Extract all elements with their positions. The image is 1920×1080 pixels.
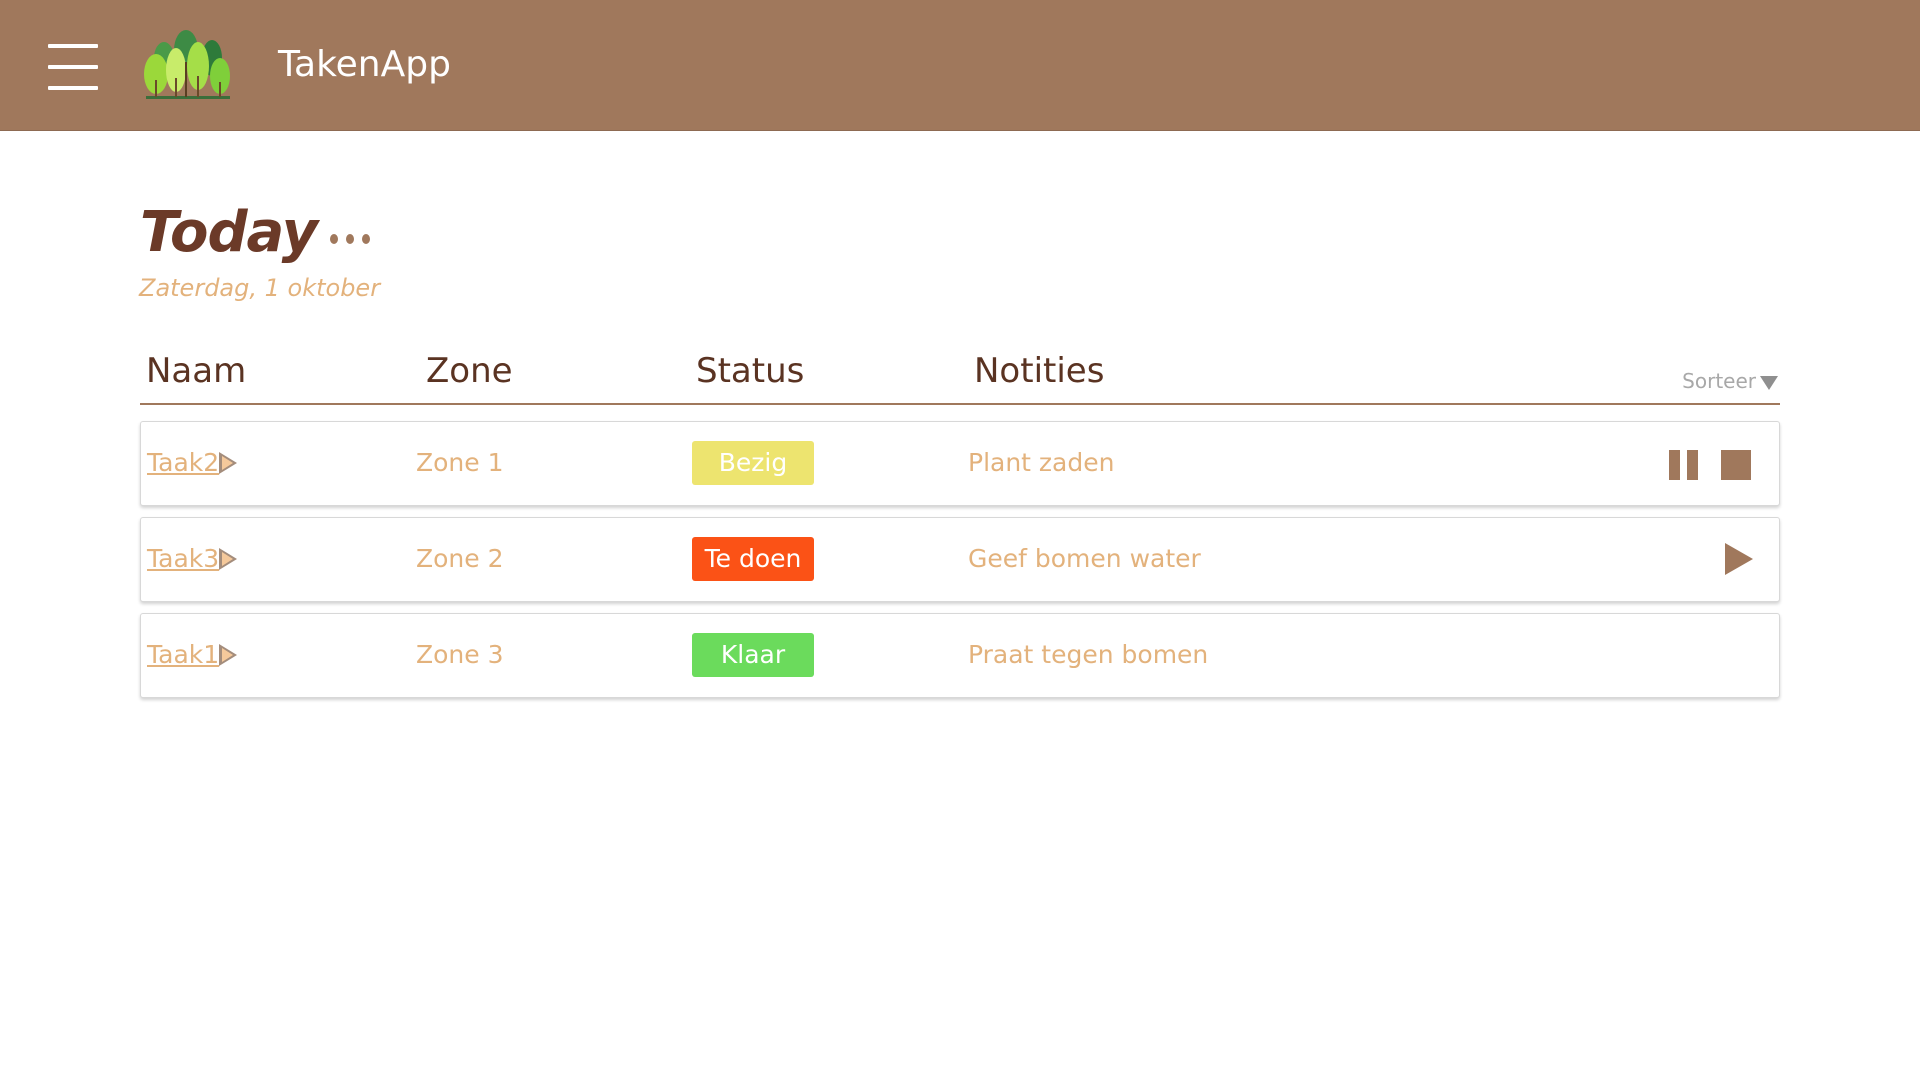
play-icon[interactable] — [1725, 543, 1753, 575]
task-notes: Praat tegen bomen — [968, 640, 1209, 669]
status-badge: Te doen — [692, 537, 814, 581]
sort-button[interactable]: Sorteer — [1682, 369, 1778, 393]
app-title: TakenApp — [278, 44, 451, 85]
trees-logo-icon — [144, 30, 230, 99]
column-header-status: Status — [696, 351, 805, 391]
top-app-bar: TakenApp — [0, 0, 1920, 131]
page-title: Today — [140, 200, 318, 265]
column-header-notities: Notities — [974, 351, 1105, 391]
task-zone: Zone 1 — [416, 448, 504, 477]
hamburger-menu-icon[interactable] — [48, 44, 98, 90]
task-notes: Plant zaden — [968, 448, 1115, 477]
table-row: Taak1 Zone 3 Klaar Praat tegen bomen — [140, 613, 1780, 698]
expand-triangle-icon[interactable] — [219, 644, 237, 666]
column-header-naam: Naam — [146, 351, 247, 391]
status-badge: Bezig — [692, 441, 814, 485]
expand-triangle-icon[interactable] — [219, 548, 237, 570]
page-date: Zaterdag, 1 oktober — [139, 274, 381, 302]
pause-icon[interactable] — [1669, 450, 1699, 480]
sort-label: Sorteer — [1682, 369, 1756, 393]
sort-down-triangle-icon — [1760, 376, 1778, 390]
task-zone: Zone 3 — [416, 640, 504, 669]
task-name-link[interactable]: Taak3 — [147, 544, 219, 573]
table-header: Naam Zone Status Notities Sorteer — [140, 345, 1780, 405]
status-badge: Klaar — [692, 633, 814, 677]
expand-triangle-icon[interactable] — [219, 452, 237, 474]
task-notes: Geef bomen water — [968, 544, 1201, 573]
column-header-zone: Zone — [426, 351, 513, 391]
more-options-icon[interactable] — [328, 230, 376, 250]
task-name-link[interactable]: Taak2 — [147, 448, 219, 477]
table-row: Taak2 Zone 1 Bezig Plant zaden — [140, 421, 1780, 506]
task-name-link[interactable]: Taak1 — [147, 640, 219, 669]
stop-icon[interactable] — [1721, 450, 1751, 480]
task-zone: Zone 2 — [416, 544, 504, 573]
table-row: Taak3 Zone 2 Te doen Geef bomen water — [140, 517, 1780, 602]
